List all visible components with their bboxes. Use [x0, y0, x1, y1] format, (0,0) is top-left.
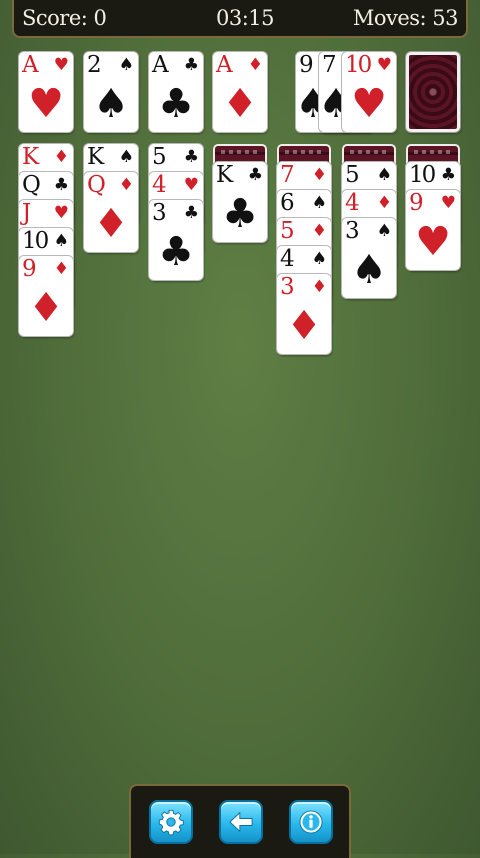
card-rank: K [216, 162, 233, 188]
moves-label: Moves: 53 [352, 6, 459, 30]
tableau-card[interactable]: 9 ♥ ♥ [406, 190, 460, 270]
card-suit-small: ♠ [311, 249, 327, 269]
card-suit-small: ♣ [247, 165, 263, 185]
card-suit-large: ♣ [222, 191, 258, 237]
bottom-toolbar [129, 784, 351, 858]
card-suit-large: ♦ [286, 303, 322, 349]
card-suit-small: ♦ [311, 165, 327, 185]
tableau-card[interactable]: 3 ♣ ♣ [149, 200, 203, 280]
card-suit-large: ♦ [222, 81, 258, 127]
card-suit-small: ♦ [247, 55, 263, 75]
card-rank: A [152, 52, 169, 78]
card-rank: 3 [280, 274, 295, 300]
card-rank: 3 [152, 200, 167, 226]
card-suit-small: ♦ [53, 259, 69, 279]
card-rank: 10 [409, 162, 436, 188]
card-rank: 10 [22, 228, 49, 254]
card-suit-small: ♦ [311, 221, 327, 241]
card-rank: K [22, 144, 39, 170]
card-rank: 5 [152, 144, 167, 170]
card-suit-small: ♠ [311, 193, 327, 213]
card-suit-large: ♣ [158, 81, 194, 127]
card-rank: Q [22, 172, 41, 198]
info-icon [299, 810, 323, 834]
tableau-card[interactable]: 3 ♦ ♦ [277, 274, 331, 354]
undo-button[interactable] [219, 800, 263, 844]
card-suit-small: ♠ [118, 55, 134, 75]
card-suit-small: ♣ [183, 55, 199, 75]
card-rank: J [22, 200, 31, 226]
card-suit-large: ♥ [415, 219, 451, 265]
card-suit-small: ♠ [376, 165, 392, 185]
card-rank: A [22, 52, 39, 78]
foundation-pile-3[interactable]: A ♣ ♣ [149, 52, 203, 132]
card-rank: 2 [87, 52, 102, 78]
card-rank: 10 [345, 52, 372, 78]
settings-button[interactable] [149, 800, 193, 844]
foundation-pile-4[interactable]: A ♦ ♦ [213, 52, 267, 132]
card-suit-small: ♣ [440, 165, 456, 185]
card-suit-small: ♠ [118, 147, 134, 167]
card-suit-large: ♦ [93, 201, 129, 247]
card-suit-small: ♦ [53, 147, 69, 167]
card-suit-small: ♣ [183, 147, 199, 167]
card-suit-small: ♣ [53, 175, 69, 195]
card-rank: A [216, 52, 233, 78]
card-suit-small: ♦ [311, 277, 327, 297]
card-suit-small: ♣ [183, 203, 199, 223]
tableau-card[interactable]: 3 ♠ ♠ [342, 218, 396, 298]
card-suit-small: ♥ [183, 175, 199, 195]
card-suit-small: ♥ [53, 55, 69, 75]
tableau-card[interactable]: Q ♦ ♦ [84, 172, 138, 252]
card-suit-small: ♦ [376, 193, 392, 213]
card-suit-small: ♥ [440, 193, 456, 213]
card-rank: 7 [280, 162, 295, 188]
tableau-card[interactable]: 9 ♦ ♦ [19, 256, 73, 336]
card-rank: 9 [299, 52, 314, 78]
status-bar: Score: 0 03:15 Moves: 53 [12, 0, 468, 38]
score-label: Score: 0 [22, 6, 107, 30]
info-button[interactable] [289, 800, 333, 844]
settings-icon [158, 809, 184, 836]
foundation-pile-2[interactable]: 2 ♠ ♠ [84, 52, 138, 132]
back-arrow-icon [229, 811, 253, 833]
card-suit-small: ♠ [376, 221, 392, 241]
card-rank: 9 [22, 256, 37, 282]
card-rank: 5 [345, 162, 360, 188]
card-suit-small: ♥ [376, 55, 392, 75]
card-suit-large: ♠ [351, 247, 387, 293]
card-rank: 4 [345, 190, 360, 216]
card-rank: K [87, 144, 104, 170]
card-suit-small: ♠ [53, 231, 69, 251]
card-rank: 5 [280, 218, 295, 244]
card-rank: 3 [345, 218, 360, 244]
card-suit-small: ♥ [53, 203, 69, 223]
card-rank: 6 [280, 190, 295, 216]
card-rank: Q [87, 172, 106, 198]
card-rank: 7 [322, 52, 337, 78]
card-rank: 4 [280, 246, 295, 272]
card-suit-large: ♥ [28, 81, 64, 127]
card-suit-small: ♦ [118, 175, 134, 195]
card-suit-large: ♣ [158, 229, 194, 275]
card-rank: 9 [409, 190, 424, 216]
card-suit-large: ♦ [28, 285, 64, 331]
card-suit-large: ♥ [351, 81, 387, 127]
stock-pile[interactable] [406, 52, 460, 132]
waste-card-top[interactable]: 10 ♥ ♥ [342, 52, 396, 132]
card-rank: 4 [152, 172, 167, 198]
tableau-card[interactable]: K ♣ ♣ [213, 162, 267, 242]
foundation-pile-1[interactable]: A ♥ ♥ [19, 52, 73, 132]
card-suit-large: ♠ [93, 81, 129, 127]
timer: 03:15 [216, 6, 275, 30]
